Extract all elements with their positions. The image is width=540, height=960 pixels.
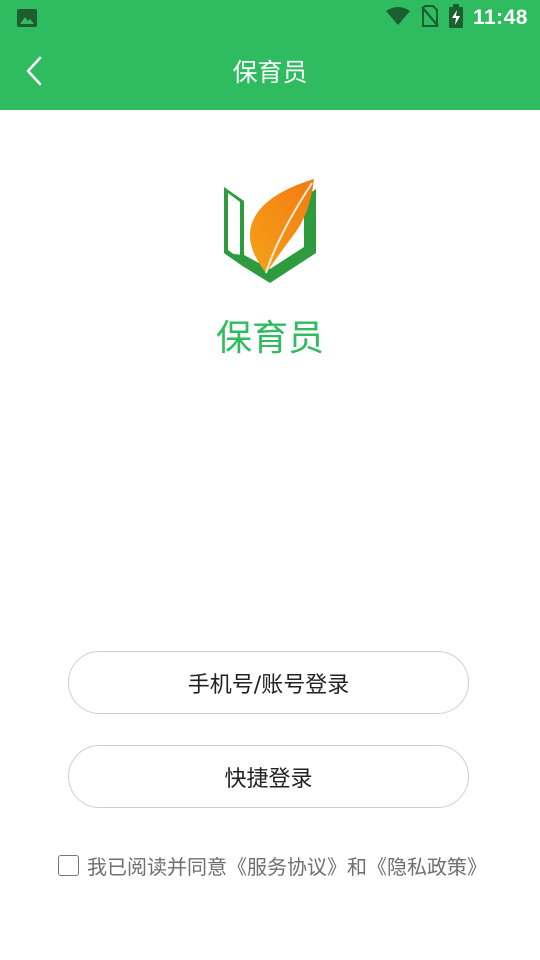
brand-name: 保育员: [215, 318, 324, 359]
quick-login-button[interactable]: 快捷登录: [68, 745, 469, 808]
status-icons: 11:48: [385, 0, 528, 36]
service-agreement-link[interactable]: 《服务协议》: [227, 855, 347, 879]
no-sim-icon: [421, 5, 439, 31]
privacy-policy-link[interactable]: 《隐私政策》: [367, 855, 487, 879]
app-bar: 保育员: [0, 36, 540, 110]
agreement-prefix: 我已阅读并同意: [87, 854, 227, 879]
status-time: 11:48: [472, 6, 528, 29]
agree-checkbox[interactable]: [58, 854, 79, 876]
wifi-icon: [385, 6, 411, 30]
agreement-row: 我已阅读并同意《服务协议》和《隐私政策》: [58, 849, 487, 881]
agreement-text: 我已阅读并同意《服务协议》和《隐私政策》: [87, 851, 487, 880]
image-icon: [16, 8, 38, 28]
page-title: 保育员: [232, 58, 308, 87]
battery-charging-icon: [448, 4, 463, 32]
login-screen: 11:48 保育员 保育员 手机号/账号登录 快捷登录 我已阅读并同意《服务协议…: [0, 0, 540, 960]
account-login-button[interactable]: 手机号/账号登录: [68, 651, 469, 714]
agreement-joiner: 和: [347, 854, 367, 879]
status-bar: 11:48: [0, 0, 540, 36]
leaf-book-logo: [218, 175, 322, 285]
